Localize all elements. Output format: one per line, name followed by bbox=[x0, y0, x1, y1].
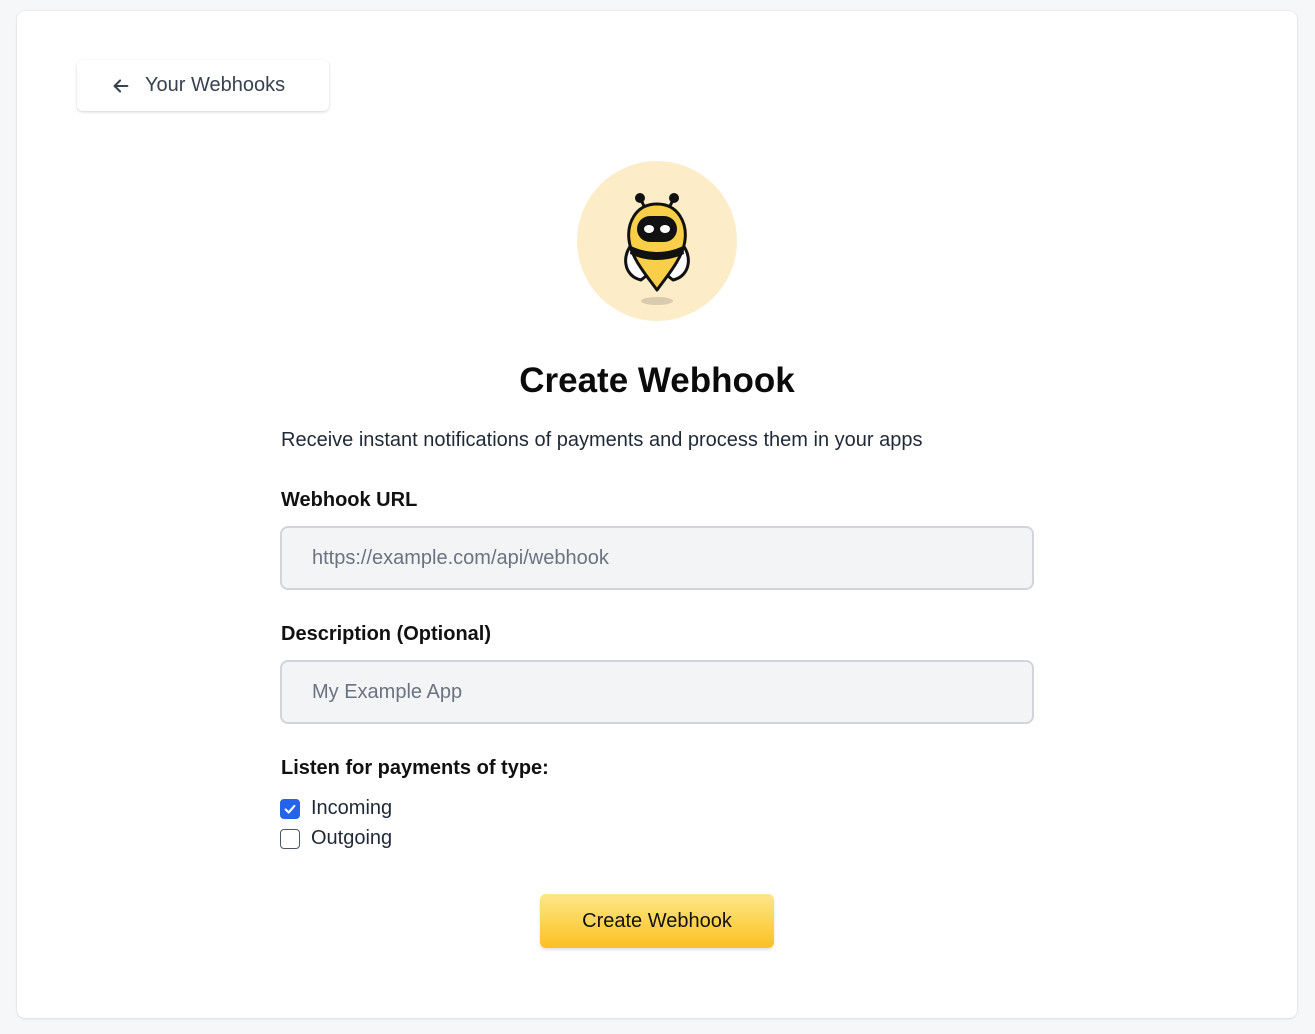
payment-type-label: Listen for payments of type: bbox=[281, 757, 549, 779]
incoming-option[interactable]: Incoming bbox=[280, 797, 392, 820]
outgoing-checkbox[interactable] bbox=[280, 828, 300, 849]
incoming-label: Incoming bbox=[311, 797, 393, 819]
create-webhook-button[interactable]: Create Webhook bbox=[540, 894, 774, 948]
logo-avatar bbox=[577, 161, 737, 321]
description-input[interactable] bbox=[280, 660, 1034, 724]
back-button-label: Your Webhooks bbox=[145, 74, 286, 96]
back-to-webhooks-button[interactable]: Your Webhooks bbox=[77, 60, 329, 111]
page-subtitle: Receive instant notifications of payment… bbox=[281, 429, 923, 451]
description-label: Description (Optional) bbox=[281, 623, 491, 645]
create-webhook-card: Your Webhooks Create Webhook Receive ins… bbox=[17, 11, 1297, 1018]
arrow-left-icon bbox=[113, 78, 129, 93]
checkmark-icon bbox=[284, 804, 296, 814]
incoming-checkbox[interactable] bbox=[280, 798, 300, 819]
webhook-url-input[interactable] bbox=[280, 526, 1034, 590]
webhook-url-label: Webhook URL bbox=[281, 489, 418, 511]
outgoing-option[interactable]: Outgoing bbox=[280, 827, 392, 850]
page-title: Create Webhook bbox=[519, 361, 795, 400]
bee-mascot-icon bbox=[624, 193, 690, 305]
outgoing-label: Outgoing bbox=[311, 827, 393, 849]
